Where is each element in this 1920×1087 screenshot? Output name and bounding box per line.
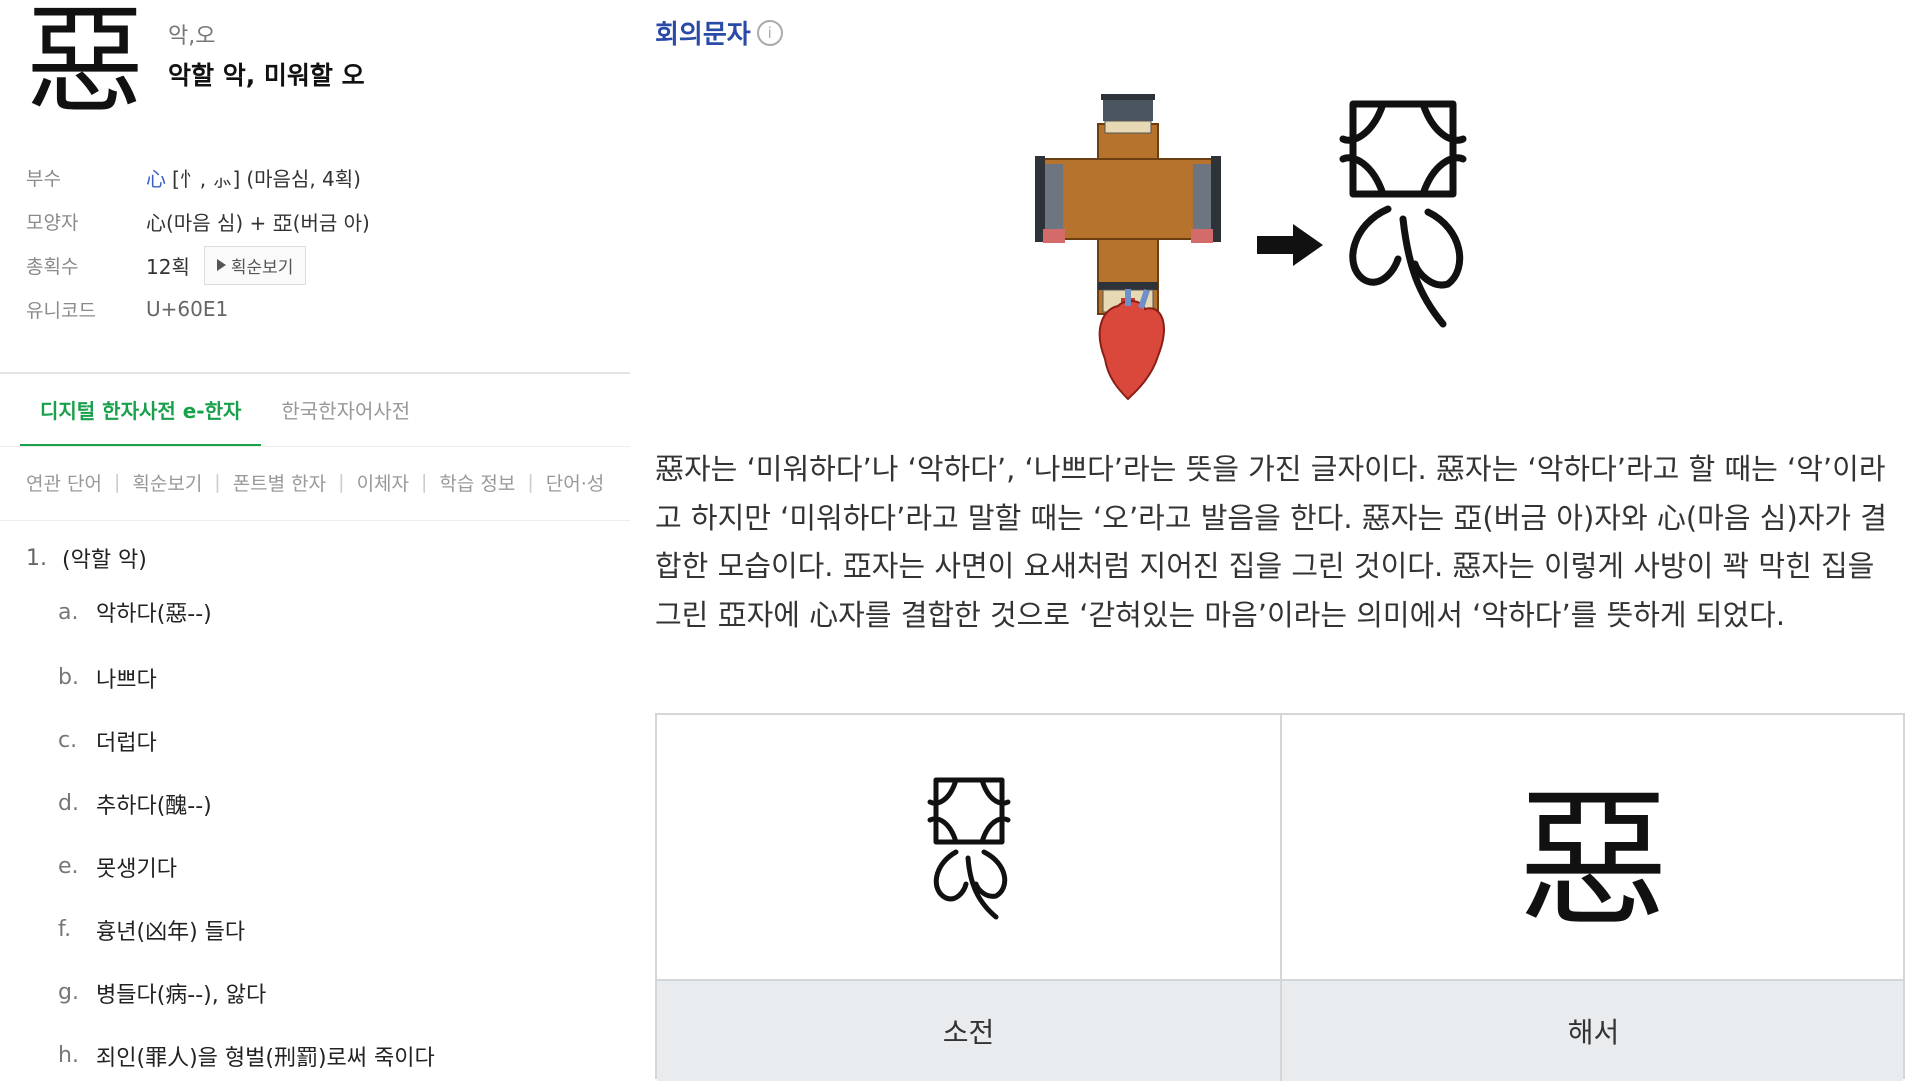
etymology-panel: 회의문자 i 惡자는 ‘미워하다’나 ‘악하다’, ‘나쁘다’라는 뜻을 가진 …	[655, 0, 1920, 1081]
definition-text: 추하다(醜--)	[96, 793, 212, 819]
radical-variants: [忄, ⺗]	[172, 166, 241, 191]
shape-value: 心(마음 심) + 亞(버금 아)	[146, 210, 370, 235]
radical-value: 心 [忄, ⺗] (마음심, 4획)	[146, 163, 361, 192]
hanja-character: 惡	[26, 0, 145, 130]
radical-label: 부수	[26, 167, 61, 190]
fortress-house-icon	[1035, 94, 1221, 315]
definition-letter: g.	[58, 980, 79, 1005]
shape-label: 모양자	[26, 211, 79, 234]
tab-korean-hanja-dictionary[interactable]: 한국한자어사전	[261, 374, 430, 444]
subnav-study-info[interactable]: 학습 정보	[439, 469, 515, 496]
info-icon[interactable]: i	[756, 19, 783, 46]
info-table: 부수 心 [忄, ⺗] (마음심, 4획) 모양자 心(마음 심) + 亞(버금…	[26, 155, 586, 331]
subnav-related-words[interactable]: 연관 단어	[26, 469, 102, 496]
definition-heading: (악할 악)	[62, 548, 147, 573]
subnav-stroke-order[interactable]: 획순보기	[132, 469, 202, 496]
separator: |	[421, 471, 428, 493]
dictionary-tabs: 디지털 한자사전 e-한자 한국한자어사전	[0, 374, 630, 447]
strokes-value: 12획 획순보기	[146, 245, 307, 285]
arrow-right-icon	[1257, 224, 1323, 266]
unicode-label: 유니코드	[26, 299, 96, 322]
regular-script-label: 해서	[1567, 1016, 1620, 1049]
subnav-font-hanja[interactable]: 폰트별 한자	[233, 469, 326, 496]
regular-script-character: 惡	[1518, 773, 1669, 948]
subnav-variants[interactable]: 이체자	[357, 469, 409, 496]
stroke-order-button[interactable]: 획순보기	[203, 245, 307, 285]
definition-list: 1. (악할 악) a. 악하다(惡--) b. 나쁘다 c. 더럽다 d. 추…	[26, 538, 626, 1087]
definition-letter: a.	[58, 599, 79, 625]
sub-navigation: 연관 단어 | 획순보기 | 폰트별 한자 | 이체자 | 학습 정보 | 단어…	[26, 462, 630, 502]
regular-script-cell: 惡	[1282, 715, 1905, 979]
separator: |	[527, 471, 534, 493]
separator: |	[214, 471, 221, 493]
tab-e-hanja[interactable]: 디지털 한자사전 e-한자	[20, 374, 262, 447]
separator: |	[113, 471, 121, 493]
seal-script-icon	[1339, 100, 1467, 328]
character-type-heading: 회의문자 i	[655, 14, 783, 51]
definition-letter: h.	[58, 1043, 79, 1068]
definition-text: 병들다(病--), 앓다	[96, 982, 267, 1008]
definition-letter: b.	[58, 665, 79, 690]
definition-text: 나쁘다	[96, 667, 157, 693]
strokes-label: 총획수	[26, 255, 79, 278]
definition-text: 더럽다	[96, 730, 157, 756]
definition-item: c. 더럽다	[26, 709, 626, 772]
info-row-unicode: 유니코드 U+60E1	[26, 287, 586, 331]
hanja-meaning: 악할 악, 미워할 오	[168, 61, 365, 90]
hanja-readings: 악,오	[168, 24, 216, 49]
definition-item: e. 못생기다	[26, 835, 626, 898]
definition-item: a. 악하다(惡--)	[26, 578, 626, 646]
definition-text: 못생기다	[96, 856, 177, 882]
strokes-count: 12획	[146, 254, 190, 279]
hanja-info-panel: 惡 악,오 악할 악, 미워할 오 부수 心 [忄, ⺗] (마음심, 4획) …	[0, 0, 630, 1079]
definition-item: h. 죄인(罪人)을 형벌(刑罰)로써 죽이다	[26, 1024, 626, 1087]
radical-note: (마음심, 4획)	[246, 166, 361, 191]
info-row-shape: 모양자 心(마음 심) + 亞(버금 아)	[26, 199, 586, 243]
definition-text: 흉년(凶年) 들다	[96, 919, 246, 945]
definition-letter: c.	[58, 728, 78, 753]
definition-item: f. 흉년(凶年) 들다	[26, 898, 626, 961]
seal-script-label: 소전	[657, 981, 1282, 1081]
radical-char-link[interactable]: 心	[146, 163, 166, 192]
script-label-row: 소전 해서	[657, 979, 1903, 1081]
definition-letter: e.	[58, 854, 79, 879]
script-evolution-table: 惡 소전 해서	[655, 713, 1905, 1081]
character-type-title: 회의문자	[655, 20, 751, 50]
definition-text: 악하다(惡--)	[96, 602, 212, 627]
divider	[0, 520, 630, 521]
definition-number: 1.	[26, 545, 47, 571]
divider	[0, 446, 630, 447]
play-icon	[216, 259, 226, 271]
info-row-strokes: 총획수 12획 획순보기	[26, 243, 586, 287]
info-row-radical: 부수 心 [忄, ⺗] (마음심, 4획)	[26, 155, 586, 199]
definition-letter: d.	[58, 791, 79, 816]
definition-group: 1. (악할 악)	[26, 538, 626, 578]
etymology-explanation: 惡자는 ‘미워하다’나 ‘악하다’, ‘나쁘다’라는 뜻을 가진 글자이다. 惡…	[655, 452, 1887, 632]
subnav-words[interactable]: 단어·성	[546, 469, 604, 496]
stroke-order-button-label: 획순보기	[230, 257, 294, 278]
definition-letter: f.	[58, 917, 72, 942]
definition-item: d. 추하다(醜--)	[26, 772, 626, 835]
seal-script-cell	[657, 715, 1282, 979]
unicode-value: U+60E1	[146, 297, 229, 321]
separator: |	[338, 471, 345, 493]
seal-script-character-icon	[927, 777, 1010, 920]
definition-item: g. 병들다(病--), 앓다	[26, 961, 626, 1024]
definition-item: b. 나쁘다	[26, 646, 626, 709]
definition-text: 죄인(罪人)을 형벌(刑罰)로써 죽이다	[96, 1045, 435, 1071]
